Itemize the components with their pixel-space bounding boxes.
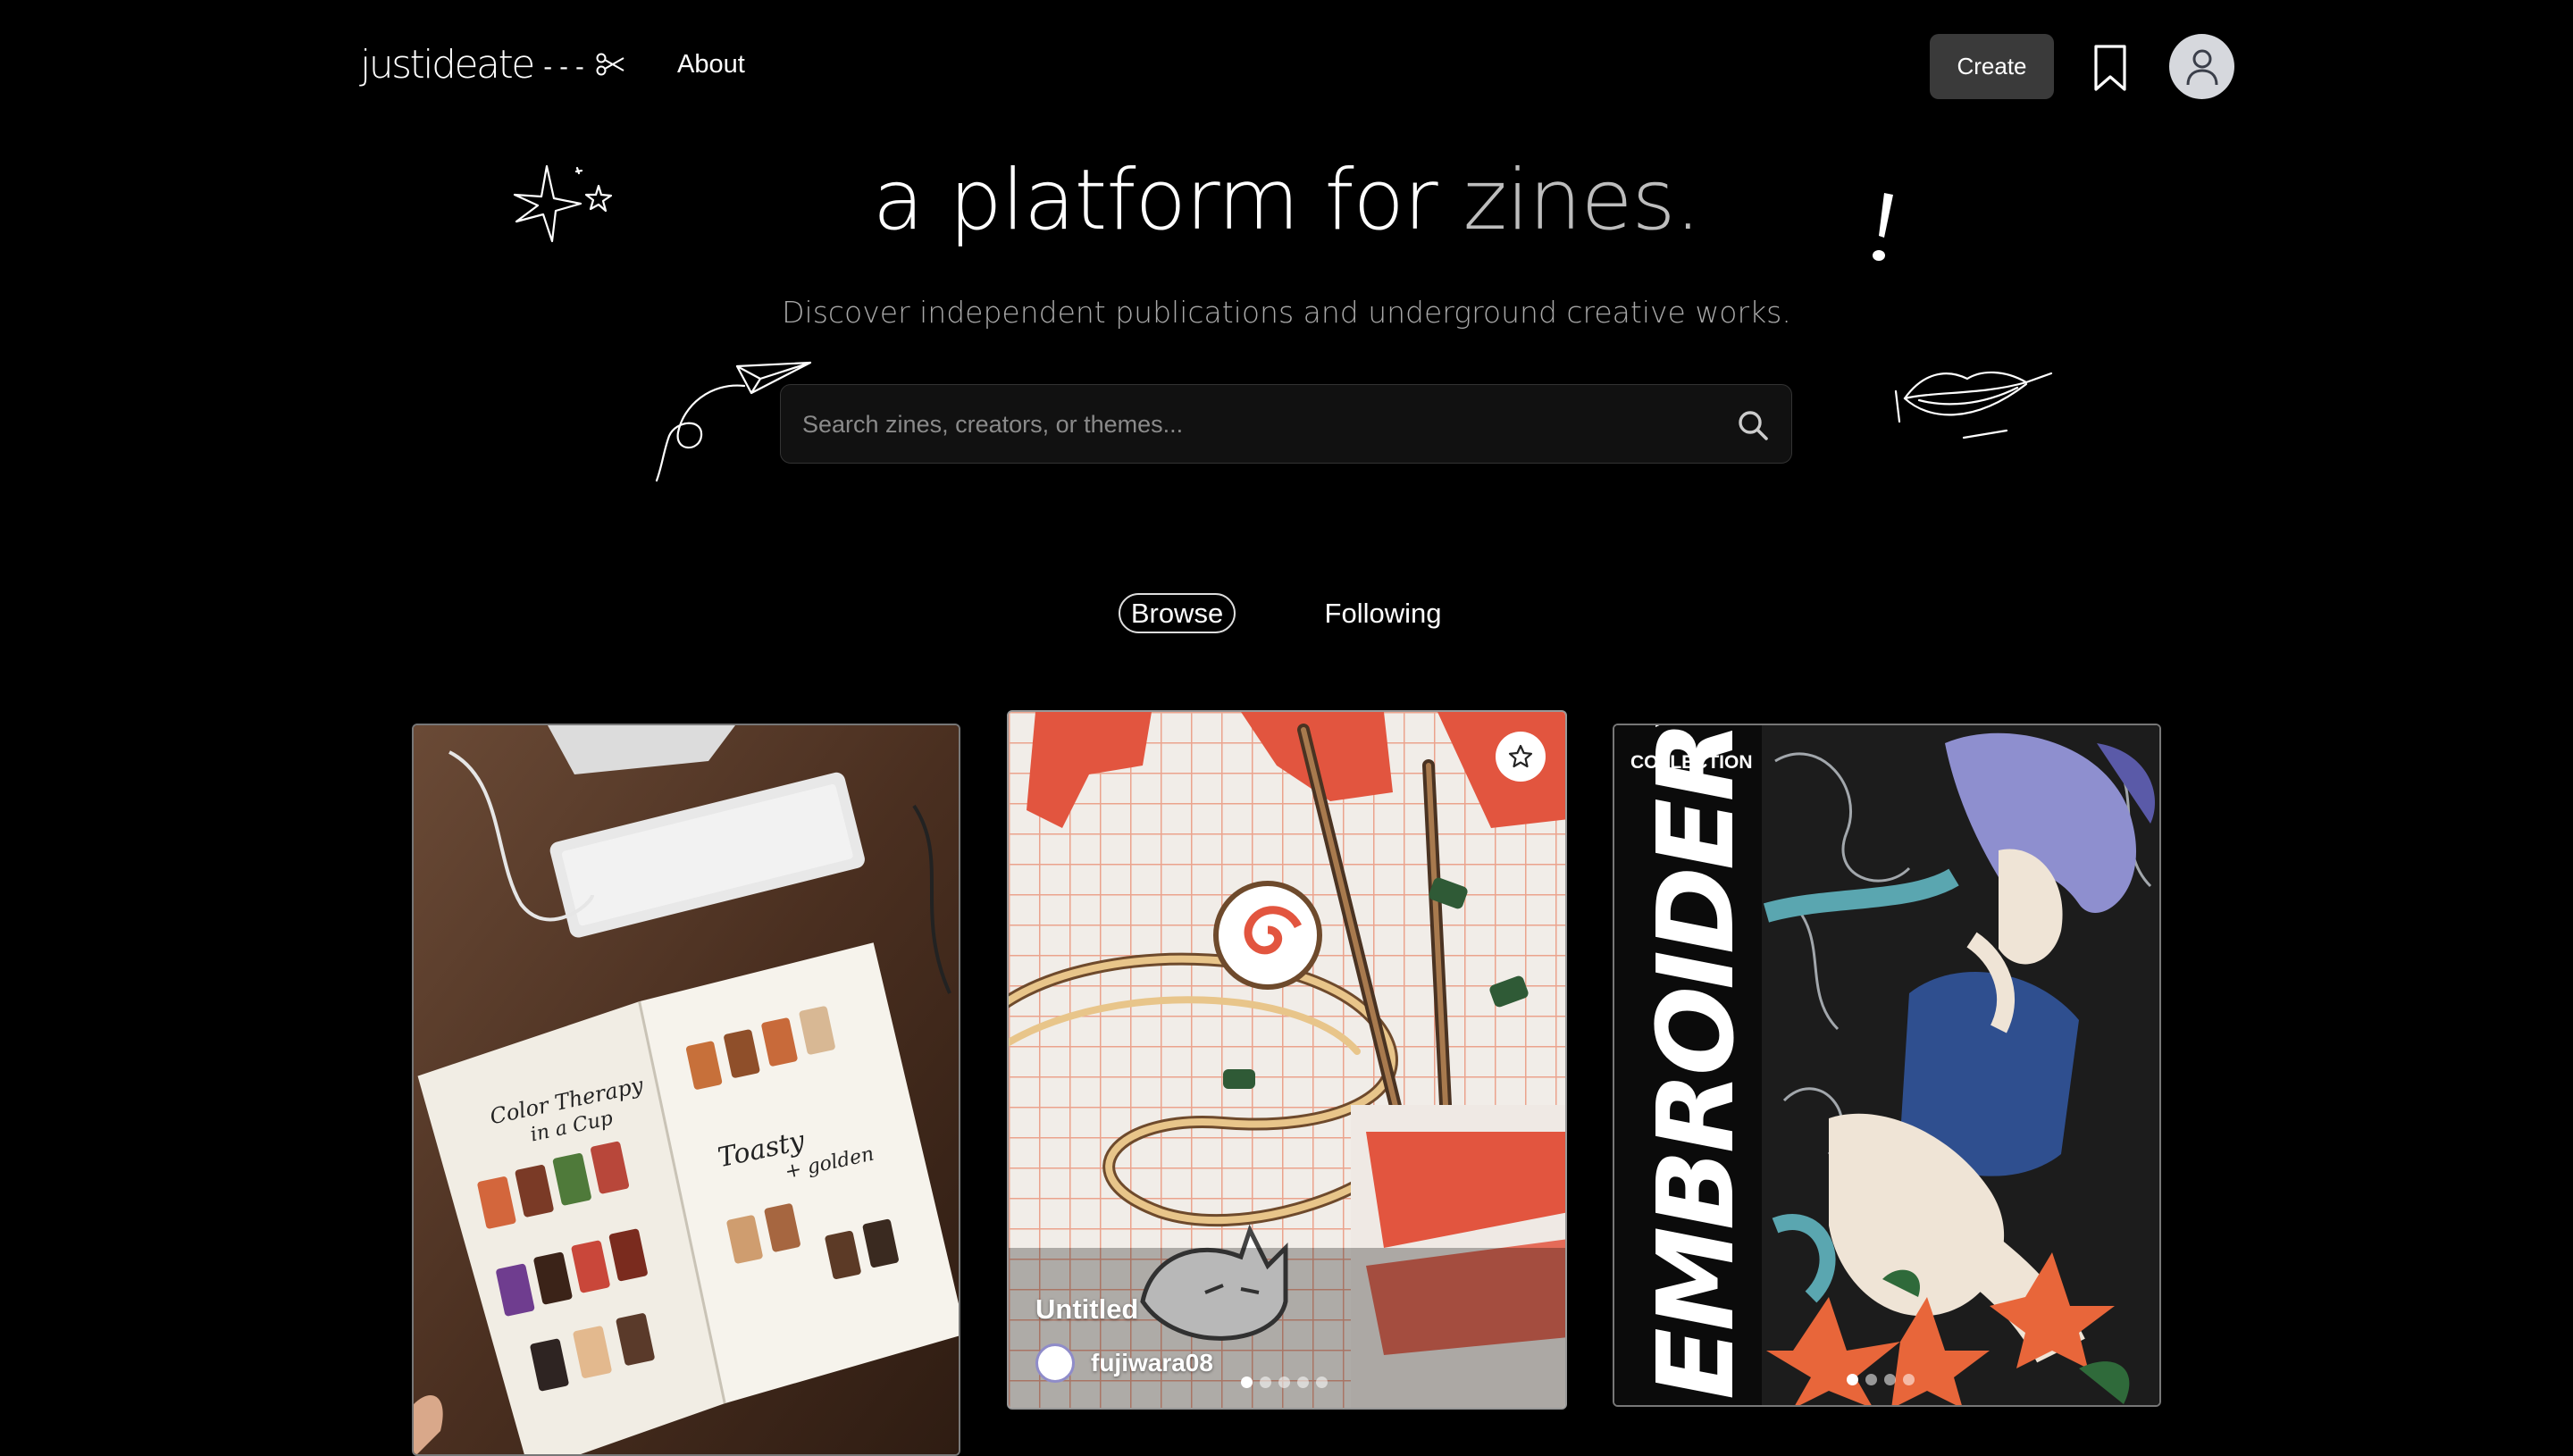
collection-vertical-word: EMBROIDERY (1634, 725, 1757, 1400)
hero-subtitle: Discover independent publications and un… (782, 295, 1791, 330)
stars-doodle-icon (513, 164, 613, 243)
create-button[interactable]: Create (1930, 34, 2054, 99)
zine-cover-image: Color Therapy in a Cup Toasty + golden (414, 725, 959, 1454)
card-title: Untitled (1035, 1293, 1139, 1325)
bookmark-icon[interactable] (2091, 43, 2130, 93)
hero-title-main: a platform for (872, 152, 1463, 249)
carousel-dot[interactable] (1884, 1374, 1896, 1385)
tab-browse[interactable]: Browse (1119, 593, 1236, 633)
carousel-dot[interactable] (1241, 1377, 1253, 1388)
carousel-dot[interactable] (1260, 1377, 1271, 1388)
carousel-dots[interactable] (1847, 1374, 1915, 1385)
carousel-dot[interactable] (1297, 1377, 1309, 1388)
carousel-dot[interactable] (1316, 1377, 1328, 1388)
logo[interactable]: justideate --- (360, 38, 625, 91)
search-bar[interactable] (780, 384, 1792, 464)
tab-following[interactable]: Following (1313, 593, 1453, 633)
card-author: fujiwara08 (1091, 1349, 1213, 1377)
hero-title: a platform for zines. (0, 152, 2573, 249)
carousel-dots[interactable] (1241, 1377, 1328, 1388)
lips-doodle-icon (1894, 371, 2053, 439)
scissors-icon (596, 53, 624, 76)
carousel-dot[interactable] (1847, 1374, 1858, 1385)
search-icon[interactable] (1736, 408, 1770, 442)
carousel-dot[interactable] (1278, 1377, 1290, 1388)
hero-title-highlight: zines. (1463, 152, 1702, 249)
zine-card[interactable]: Untitled fujiwara08 (1007, 710, 1567, 1410)
zine-card[interactable]: Color Therapy in a Cup Toasty + golden (412, 724, 960, 1456)
user-avatar[interactable] (2169, 34, 2234, 99)
collection-label: COLLECTION (1630, 752, 1753, 773)
carousel-dot[interactable] (1903, 1374, 1915, 1385)
card-author-row[interactable]: fujiwara08 (1035, 1343, 1213, 1383)
zine-cover-image: EMBROIDERY (1614, 725, 2159, 1405)
logo-text: justideate (360, 41, 535, 88)
carousel-dot[interactable] (1865, 1374, 1877, 1385)
author-avatar (1035, 1343, 1075, 1383)
search-input[interactable] (800, 385, 1715, 464)
zine-card[interactable]: EMBROIDERY COLLECTION (1613, 724, 2161, 1407)
exclamation-doodle-icon (1873, 193, 1893, 261)
logo-dashes: --- (540, 51, 589, 81)
user-icon (2186, 49, 2217, 85)
favorite-button[interactable] (1496, 732, 1546, 782)
star-icon (1508, 744, 1533, 768)
nav-about-link[interactable]: About (677, 50, 745, 79)
